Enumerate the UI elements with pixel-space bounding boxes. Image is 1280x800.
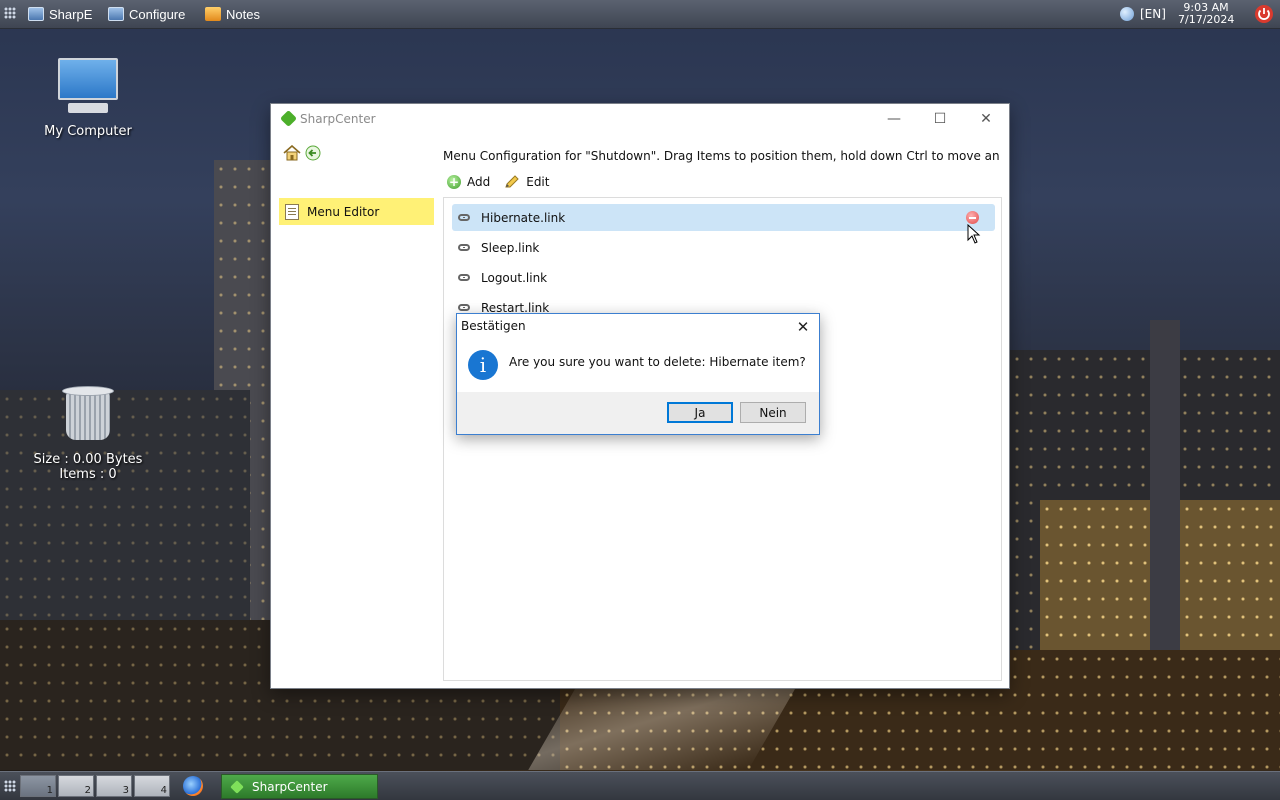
editor-icon bbox=[285, 203, 299, 220]
desktop-pager-1[interactable]: 1 bbox=[20, 775, 56, 797]
window-titlebar[interactable]: SharpCenter — ☐ ✕ bbox=[271, 104, 1009, 134]
info-icon: i bbox=[468, 350, 498, 380]
mouse-cursor-icon bbox=[967, 224, 981, 244]
no-button[interactable]: Nein bbox=[740, 402, 806, 423]
add-button[interactable]: + Add bbox=[447, 175, 490, 189]
list-item[interactable]: Hibernate.link bbox=[452, 204, 995, 231]
menu-grid-icon[interactable] bbox=[4, 7, 16, 19]
pager-number: 4 bbox=[160, 785, 167, 796]
desktop-icon-label: My Computer bbox=[44, 124, 132, 139]
sharpcenter-icon bbox=[280, 110, 297, 127]
taskbar-button-sharpcenter[interactable]: SharpCenter bbox=[221, 774, 378, 799]
language-indicator[interactable]: [EN] bbox=[1140, 7, 1166, 21]
add-icon: + bbox=[447, 175, 461, 189]
dialog-footer: Ja Nein bbox=[457, 392, 819, 434]
launcher-configure[interactable]: Configure bbox=[108, 5, 185, 23]
link-icon bbox=[458, 244, 470, 251]
desktop-pager-3[interactable]: 3 bbox=[96, 775, 132, 797]
menu-description: Menu Configuration for "Shutdown". Drag … bbox=[443, 149, 1003, 163]
trash-icon bbox=[62, 384, 114, 440]
monitor-icon bbox=[108, 7, 124, 21]
home-icon[interactable] bbox=[283, 145, 301, 161]
dialog-message: Are you sure you want to delete: Hiberna… bbox=[509, 355, 806, 369]
list-item[interactable]: Logout.link bbox=[452, 264, 995, 291]
clock[interactable]: 9:03 AM 7/17/2024 bbox=[1178, 2, 1234, 26]
recycle-items: Items : 0 bbox=[59, 467, 117, 482]
link-icon bbox=[458, 274, 470, 281]
firefox-icon[interactable] bbox=[183, 776, 203, 796]
notes-icon bbox=[205, 7, 221, 21]
link-icon bbox=[458, 304, 470, 311]
add-label: Add bbox=[467, 175, 491, 189]
my-computer-shortcut[interactable]: My Computer bbox=[38, 58, 138, 139]
pager-number: 3 bbox=[122, 785, 129, 796]
maximize-button[interactable]: ☐ bbox=[917, 104, 963, 134]
pager-number: 2 bbox=[84, 785, 91, 796]
list-item[interactable]: Sleep.link bbox=[452, 234, 995, 261]
list-item-label: Hibernate.link bbox=[481, 210, 566, 225]
computer-icon bbox=[56, 58, 120, 118]
launcher-label: Notes bbox=[226, 6, 260, 22]
link-icon bbox=[458, 214, 470, 221]
window-title: SharpCenter bbox=[300, 112, 376, 126]
yes-button[interactable]: Ja bbox=[667, 402, 733, 423]
desktop-pager-4[interactable]: 4 bbox=[134, 775, 170, 797]
monitor-icon bbox=[28, 7, 44, 21]
nav-item-menu-editor[interactable]: Menu Editor bbox=[279, 198, 434, 225]
nav-item-label: Menu Editor bbox=[307, 204, 380, 219]
launcher-sharpe[interactable]: SharpE bbox=[28, 5, 92, 23]
dialog-title: Bestätigen bbox=[461, 319, 526, 333]
pager-number: 1 bbox=[46, 785, 53, 796]
navigation-pane: Menu Editor bbox=[271, 134, 439, 688]
recycle-size: Size : 0.00 Bytes bbox=[33, 452, 143, 467]
launcher-label: SharpE bbox=[49, 6, 93, 22]
launcher-label: Configure bbox=[129, 6, 186, 22]
recycle-bin-shortcut[interactable]: Size : 0.00 Bytes Items : 0 bbox=[22, 384, 154, 482]
delete-item-icon[interactable] bbox=[966, 211, 979, 224]
confirm-dialog: Bestätigen ✕ i Are you sure you want to … bbox=[456, 313, 820, 435]
clock-date: 7/17/2024 bbox=[1178, 13, 1235, 26]
sharpcenter-icon bbox=[230, 779, 244, 794]
back-arrow-icon[interactable] bbox=[305, 145, 321, 161]
pencil-icon bbox=[505, 175, 519, 188]
menu-grid-icon[interactable] bbox=[4, 780, 16, 792]
list-item-label: Logout.link bbox=[481, 270, 548, 285]
dialog-close-button[interactable]: ✕ bbox=[791, 316, 815, 338]
globe-icon[interactable] bbox=[1120, 7, 1134, 21]
bottom-taskbar: 1 2 3 4 SharpCenter bbox=[0, 771, 1280, 800]
launcher-notes[interactable]: Notes bbox=[205, 5, 260, 23]
top-panel: SharpE Configure Notes [EN] 9:03 AM 7/17… bbox=[0, 0, 1280, 29]
power-icon[interactable] bbox=[1254, 4, 1274, 24]
item-toolbar: + Add Edit bbox=[447, 175, 549, 189]
menu-item-list[interactable]: Hibernate.link Sleep.link Logout.link Re… bbox=[443, 197, 1002, 681]
edit-button[interactable]: Edit bbox=[504, 175, 549, 189]
close-button[interactable]: ✕ bbox=[963, 104, 1009, 134]
desktop-pager-2[interactable]: 2 bbox=[58, 775, 94, 797]
minimize-button[interactable]: — bbox=[871, 104, 917, 134]
taskbar-button-label: SharpCenter bbox=[252, 779, 328, 794]
edit-label: Edit bbox=[526, 175, 550, 189]
list-item-label: Sleep.link bbox=[481, 240, 540, 255]
